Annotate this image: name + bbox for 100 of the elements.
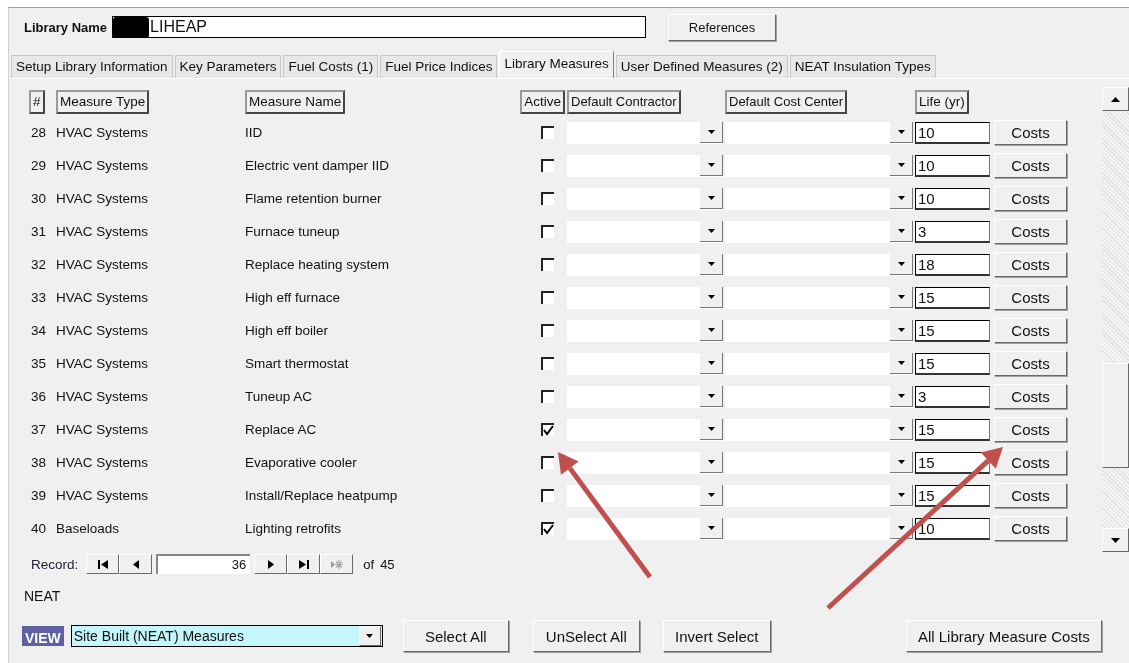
last-record-button[interactable] xyxy=(287,554,321,574)
costs-button[interactable]: Costs xyxy=(994,285,1067,310)
costs-button[interactable]: Costs xyxy=(994,219,1067,244)
life-field[interactable]: 10 xyxy=(915,154,990,177)
checkbox[interactable] xyxy=(541,456,554,469)
dropdown-arrow-icon xyxy=(897,130,905,134)
checkbox[interactable] xyxy=(541,225,554,238)
dropdown[interactable] xyxy=(567,451,723,474)
tab[interactable]: Library Measures xyxy=(499,51,614,78)
action-button[interactable]: Select All xyxy=(402,620,509,652)
costs-button[interactable]: Costs xyxy=(994,153,1067,178)
next-record-button[interactable] xyxy=(254,554,288,574)
dropdown-arrow-icon xyxy=(707,460,715,464)
scroll-up-button[interactable] xyxy=(1102,87,1129,111)
first-record-button[interactable] xyxy=(86,554,120,574)
costs-button[interactable]: Costs xyxy=(994,450,1067,475)
dropdown-arrow-icon xyxy=(897,394,905,398)
tab[interactable]: Key Parameters xyxy=(174,55,282,78)
action-button[interactable]: All Library Measure Costs xyxy=(905,620,1102,652)
tab[interactable]: Fuel Costs (1) xyxy=(283,55,379,78)
life-field[interactable]: 15 xyxy=(915,484,990,507)
checkbox[interactable] xyxy=(541,192,554,205)
costs-button[interactable]: Costs xyxy=(994,186,1067,211)
costs-button[interactable]: Costs xyxy=(994,120,1067,145)
tab[interactable]: Setup Library Information xyxy=(11,55,173,78)
costs-button[interactable]: Costs xyxy=(994,417,1067,442)
table-cell-text: High eff boiler xyxy=(245,323,330,338)
row-number: 38 xyxy=(30,455,48,470)
row-number: 33 xyxy=(30,290,48,305)
column-header: # xyxy=(29,89,45,114)
dropdown-arrow-icon xyxy=(897,262,905,266)
checkbox[interactable] xyxy=(541,126,554,139)
row-number: 28 xyxy=(30,125,48,140)
life-field[interactable]: 15 xyxy=(915,319,990,342)
table-cell-text: Flame retention burner xyxy=(245,191,383,206)
checkbox[interactable] xyxy=(541,258,554,271)
checkbox[interactable] xyxy=(541,357,554,370)
dropdown-arrow-icon xyxy=(897,196,905,200)
scrollbar[interactable] xyxy=(1102,87,1129,552)
table-cell-text: Replace AC xyxy=(245,422,318,437)
view-dropdown[interactable]: Site Built (NEAT) Measures xyxy=(70,625,383,647)
costs-button[interactable]: Costs xyxy=(994,318,1067,343)
costs-button[interactable]: Costs xyxy=(994,384,1067,409)
life-field[interactable]: 18 xyxy=(915,253,990,276)
new-record-icon xyxy=(330,558,343,570)
checkbox[interactable] xyxy=(541,324,554,337)
row-number: 40 xyxy=(30,521,48,536)
column-header: Measure Type xyxy=(56,89,150,114)
checkbox[interactable] xyxy=(541,390,554,403)
scroll-down-button[interactable] xyxy=(1102,528,1129,552)
table-cell-text: HVAC Systems xyxy=(56,224,149,239)
life-field[interactable]: 15 xyxy=(915,418,990,441)
last-record-icon xyxy=(297,558,310,570)
action-button[interactable]: UnSelect All xyxy=(532,620,640,652)
dropdown-arrow-icon xyxy=(707,361,715,365)
checkbox[interactable] xyxy=(541,159,554,172)
tab[interactable]: User Defined Measures (2) xyxy=(615,55,788,78)
life-field[interactable]: 3 xyxy=(915,385,990,408)
column-header: Default Contractor xyxy=(567,89,681,114)
life-field[interactable]: 10 xyxy=(915,187,990,210)
dropdown-arrow-icon xyxy=(897,163,905,167)
life-field[interactable]: 15 xyxy=(915,352,990,375)
references-button[interactable]: References xyxy=(668,13,777,41)
previous-record-button[interactable] xyxy=(119,554,153,574)
dropdown[interactable] xyxy=(725,517,913,540)
tab[interactable]: NEAT Insulation Types xyxy=(789,55,936,78)
checkbox[interactable] xyxy=(541,489,554,502)
dropdown-arrow-icon xyxy=(897,295,905,299)
table-cell-text: HVAC Systems xyxy=(56,191,149,206)
tab[interactable]: Fuel Price Indices xyxy=(380,55,498,78)
dropdown-arrow-icon xyxy=(707,427,715,431)
checkbox[interactable] xyxy=(541,291,554,304)
row-number: 36 xyxy=(30,389,48,404)
table-cell-text: Install/Replace heatpump xyxy=(245,488,399,503)
table-cell-text: Baseloads xyxy=(56,521,121,536)
action-button[interactable]: Invert Select xyxy=(662,620,771,652)
dropdown-arrow-icon xyxy=(707,196,715,200)
costs-button[interactable]: Costs xyxy=(994,351,1067,376)
life-field[interactable]: 10 xyxy=(915,517,990,540)
dropdown[interactable] xyxy=(567,517,723,540)
checkbox[interactable] xyxy=(541,522,554,535)
new-record-button[interactable] xyxy=(320,554,354,574)
column-header: Active xyxy=(520,89,565,114)
dropdown-arrow-icon xyxy=(897,361,905,365)
costs-button[interactable]: Costs xyxy=(994,483,1067,508)
record-number-field[interactable]: 36 xyxy=(156,554,251,574)
dropdown-arrow-icon xyxy=(897,526,905,530)
checkbox[interactable] xyxy=(541,423,554,436)
life-field[interactable]: 10 xyxy=(915,121,990,144)
life-field[interactable]: 3 xyxy=(915,220,990,243)
row-number: 31 xyxy=(30,224,48,239)
library-name-label: Library Name xyxy=(24,19,108,35)
scroll-thumb[interactable] xyxy=(1102,363,1129,468)
costs-button[interactable]: Costs xyxy=(994,252,1067,277)
costs-button[interactable]: Costs xyxy=(994,516,1067,541)
dropdown[interactable] xyxy=(567,484,723,507)
dropdown-arrow-icon xyxy=(707,526,715,530)
library-name-field[interactable]: LIHEAP xyxy=(112,16,647,38)
life-field[interactable]: 15 xyxy=(915,286,990,309)
life-field[interactable]: 15 xyxy=(915,451,990,474)
